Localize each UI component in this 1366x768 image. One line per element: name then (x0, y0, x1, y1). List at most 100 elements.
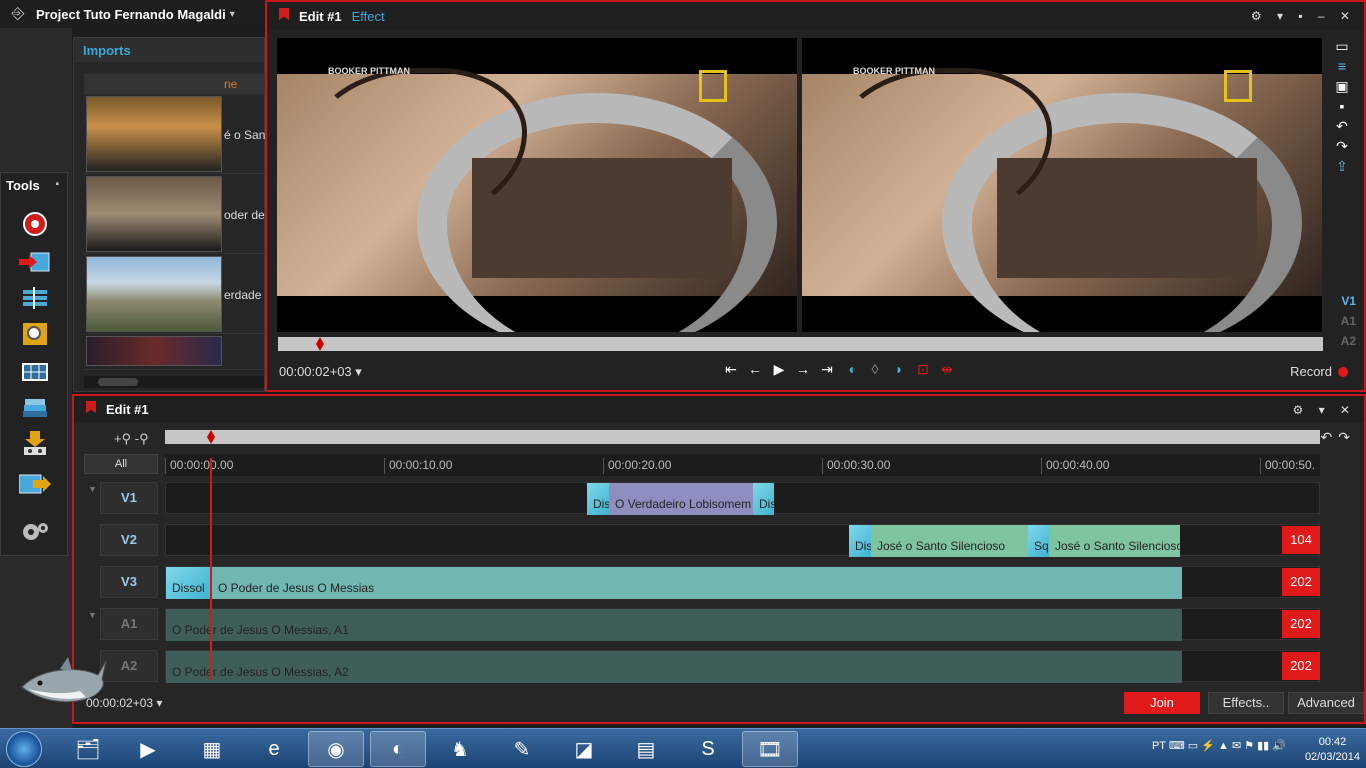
mark-clear-icon[interactable]: ◊ (867, 361, 883, 378)
video-editor-icon[interactable]: ▦ (184, 731, 240, 767)
source-video[interactable]: BOOKER PITTMAN (277, 38, 797, 332)
transition-clip[interactable]: Dis (753, 483, 774, 515)
collapse-arrow-icon[interactable]: ▼ (88, 610, 97, 620)
pin-icon[interactable]: ▪ (55, 179, 59, 190)
exit-icon[interactable]: ⎆ (0, 0, 36, 28)
viewer-track-a2[interactable]: A2 (1341, 334, 1356, 348)
track-lane[interactable]: Dis José o Santo Silencioso Sq José o Sa… (165, 524, 1320, 557)
redo-icon[interactable]: ↷ (1332, 138, 1352, 154)
mark-in-icon[interactable]: ◖ (843, 361, 859, 378)
folder-icon[interactable]: ▭ (1332, 38, 1352, 54)
effects-button[interactable]: Effects.. (1208, 692, 1284, 714)
go-to-end-icon[interactable]: ⇥ (819, 361, 835, 378)
import-item[interactable] (84, 334, 266, 370)
track-label-v1[interactable]: V1 (100, 482, 158, 514)
transition-clip[interactable]: Sq (1028, 525, 1049, 557)
import-item[interactable]: erdade (84, 254, 266, 334)
window-controls[interactable]: ⚙ ▾ ✕ (1292, 403, 1356, 417)
video-clip[interactable]: José o Santo Silencioso (871, 525, 1029, 557)
import-tool-icon[interactable] (19, 249, 51, 275)
track-label-v2[interactable]: V2 (100, 524, 158, 556)
join-button[interactable]: Join (1124, 692, 1200, 714)
playhead-marker[interactable] (207, 430, 215, 444)
import-item[interactable]: oder de (84, 174, 266, 254)
record-dot-icon[interactable] (1338, 366, 1348, 377)
timecode-caret[interactable]: ▾ (156, 696, 162, 710)
search-tool-icon[interactable] (19, 321, 51, 347)
grid-tool-icon[interactable] (19, 359, 51, 385)
undo-icon[interactable]: ↶ (1332, 118, 1352, 134)
video-clip[interactable]: O Poder de Jesus O Messias (212, 567, 1182, 599)
chrome-icon[interactable]: ◉ (308, 731, 364, 767)
play-icon[interactable]: ▶ (771, 361, 787, 378)
imports-title[interactable]: Imports (74, 38, 264, 62)
video-clip[interactable]: José o Santo Silencioso (1049, 525, 1180, 557)
zoom-in-lens-icon[interactable]: ⚲ (122, 431, 132, 446)
advanced-button[interactable]: Advanced (1288, 692, 1364, 714)
track-lane[interactable]: O Poder de Jesus O Messias, A1 (165, 608, 1320, 641)
record-control[interactable]: Record (1290, 364, 1348, 379)
calculator-icon[interactable]: ▤ (618, 731, 674, 767)
project-title[interactable]: Project Tuto Fernando Magaldi (36, 7, 226, 22)
viewer-timecode[interactable]: 00:00:02+03 ▾ (279, 364, 362, 380)
tool-app-icon[interactable]: ✎ (494, 731, 550, 767)
audio-clip[interactable]: O Poder de Jesus O Messias, A2 (166, 651, 1182, 683)
time-ruler[interactable]: 00:00:00.00 00:00:10.00 00:00:20.00 00:0… (165, 454, 1320, 476)
tray-icons[interactable]: ⌨ ▭ ⚡ ▲ ✉ ⚑ ▮▮ 🔊 (1169, 740, 1286, 752)
list-icon[interactable]: ≡ (1332, 58, 1352, 74)
mark-out-icon[interactable]: ◗ (891, 361, 907, 378)
capture-app-icon[interactable]: ◪ (556, 731, 612, 767)
playhead-marker[interactable] (316, 337, 324, 351)
media-center-icon[interactable]: ◐ (370, 731, 426, 767)
viewer-track-v1[interactable]: V1 (1341, 294, 1356, 308)
sigi-app-icon[interactable]: S (680, 731, 736, 767)
zoom-out-lens-icon[interactable]: ⚲ (139, 431, 149, 446)
media-player-icon[interactable]: ▶ (120, 731, 176, 767)
track-label-v3[interactable]: V3 (100, 566, 158, 598)
settings-tool-icon[interactable] (19, 519, 51, 545)
window-controls[interactable]: ⚙ ▾ ▪ – ✕ (1251, 9, 1356, 23)
zoom-in-icon[interactable]: + (114, 431, 122, 446)
imports-scrollbar[interactable] (84, 376, 264, 388)
transition-clip[interactable]: Dissol (166, 567, 212, 599)
audio-clip[interactable]: O Poder de Jesus O Messias, A1 (166, 609, 1182, 641)
import-item[interactable]: é o San (84, 94, 266, 174)
track-label-a1[interactable]: A1 (100, 608, 158, 640)
step-back-icon[interactable]: ← (747, 361, 763, 378)
transition-clip[interactable]: Dis (587, 483, 609, 515)
viewer-scrubber[interactable] (278, 337, 1323, 351)
stack-tool-icon[interactable] (19, 395, 51, 421)
scrollbar-thumb[interactable] (98, 378, 138, 386)
video-clip[interactable]: O Verdadeiro Lobisomem (609, 483, 755, 515)
viewer-effect-tab[interactable]: Effect (352, 9, 385, 24)
start-button[interactable] (6, 731, 42, 767)
all-tracks-button[interactable]: All (84, 454, 158, 474)
language-indicator[interactable]: PT (1152, 740, 1166, 752)
insert-icon[interactable]: ⊡ (915, 361, 931, 378)
internet-explorer-icon[interactable]: e (246, 731, 302, 767)
timeline-tool-icon[interactable] (19, 285, 51, 311)
record-video[interactable]: BOOKER PITTMAN (802, 38, 1322, 332)
overwrite-icon[interactable]: ⇹ (939, 361, 955, 378)
viewer-track-a1[interactable]: A1 (1341, 314, 1356, 328)
step-forward-icon[interactable]: → (795, 361, 811, 378)
track-lane[interactable]: O Poder de Jesus O Messias, A2 (165, 650, 1320, 683)
record-tool-icon[interactable] (19, 211, 51, 237)
collapse-arrow-icon[interactable]: ▼ (88, 484, 97, 494)
horse-app-icon[interactable]: ♞ (432, 731, 488, 767)
clock[interactable]: 00:42 02/03/2014 (1305, 735, 1360, 765)
window-icon[interactable]: ▪ (1332, 98, 1352, 114)
output-tool-icon[interactable] (19, 471, 51, 497)
project-dropdown-caret[interactable]: ▾ (230, 9, 235, 20)
timeline-scrubber[interactable] (165, 430, 1320, 444)
track-lane[interactable]: Dis O Verdadeiro Lobisomem Dis (165, 482, 1320, 515)
fit-icon[interactable]: ▣ (1332, 78, 1352, 94)
export-tool-icon[interactable] (19, 431, 51, 457)
transition-clip[interactable]: Dis (849, 525, 871, 557)
imports-column-header[interactable]: ne (84, 74, 266, 94)
upload-icon[interactable]: ⇪ (1332, 158, 1352, 174)
track-lane[interactable]: Dissol O Poder de Jesus O Messias (165, 566, 1320, 599)
timeline-playhead[interactable] (210, 458, 212, 680)
system-tray[interactable]: PT ⌨ ▭ ⚡ ▲ ✉ ⚑ ▮▮ 🔊 (1152, 739, 1286, 752)
timeline-undo-redo[interactable]: ↶↷ (1321, 429, 1356, 446)
